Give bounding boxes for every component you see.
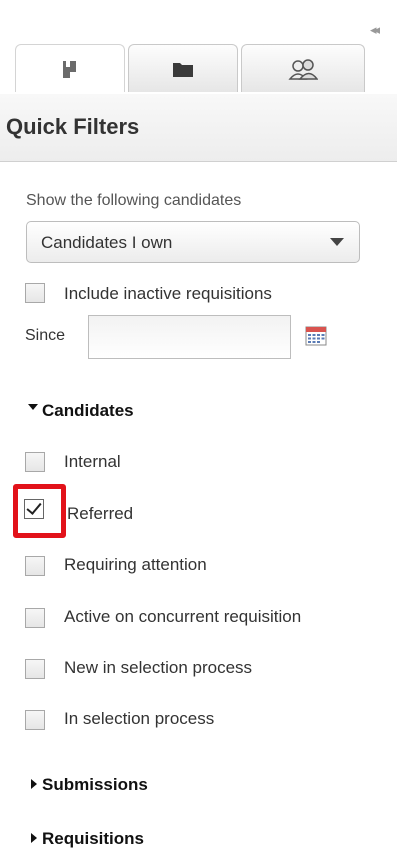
expanded-triangle-icon[interactable] — [28, 404, 38, 410]
active-concurrent-label: Active on concurrent requisition — [64, 607, 302, 626]
active-concurrent-checkbox[interactable] — [25, 608, 45, 628]
since-label: Since — [25, 327, 66, 344]
section-candidates[interactable]: Candidates — [42, 401, 134, 421]
tab-folders[interactable] — [128, 44, 238, 92]
person-icon — [63, 60, 76, 78]
section-requisitions[interactable]: Requisitions — [42, 829, 144, 849]
since-date-input[interactable] — [88, 315, 291, 359]
internal-label: Internal — [64, 452, 121, 471]
tab-bar — [15, 44, 385, 92]
quick-filters-header: Quick Filters — [0, 94, 397, 162]
new-in-selection-label: New in selection process — [64, 658, 253, 677]
referred-label: Referred — [67, 504, 134, 523]
collapsed-triangle-icon[interactable] — [31, 833, 37, 843]
internal-checkbox[interactable] — [25, 452, 45, 472]
tab-candidates[interactable] — [15, 44, 125, 92]
page-title: Quick Filters — [6, 114, 140, 139]
collapse-panel-button[interactable]: ◂◂ — [370, 22, 390, 38]
new-in-selection-checkbox[interactable] — [25, 659, 45, 679]
candidates-owner-select[interactable]: Candidates I own — [26, 221, 360, 263]
in-selection-label: In selection process — [64, 709, 215, 728]
include-inactive-checkbox[interactable] — [25, 283, 45, 303]
requiring-attention-checkbox[interactable] — [25, 556, 45, 576]
tab-talent-pool[interactable] — [241, 44, 365, 92]
requiring-attention-label: Requiring attention — [64, 555, 207, 574]
select-value: Candidates I own — [41, 233, 173, 252]
in-selection-checkbox[interactable] — [25, 710, 45, 730]
folder-icon — [173, 62, 193, 77]
referred-checkbox[interactable] — [24, 499, 44, 519]
section-submissions[interactable]: Submissions — [42, 775, 148, 795]
show-candidates-label: Show the following candidates — [26, 192, 242, 209]
calendar-icon[interactable] — [305, 326, 327, 351]
collapsed-triangle-icon[interactable] — [31, 779, 37, 789]
include-inactive-label: Include inactive requisitions — [64, 284, 272, 303]
people-group-icon — [288, 58, 318, 80]
chevron-down-icon — [330, 238, 344, 246]
